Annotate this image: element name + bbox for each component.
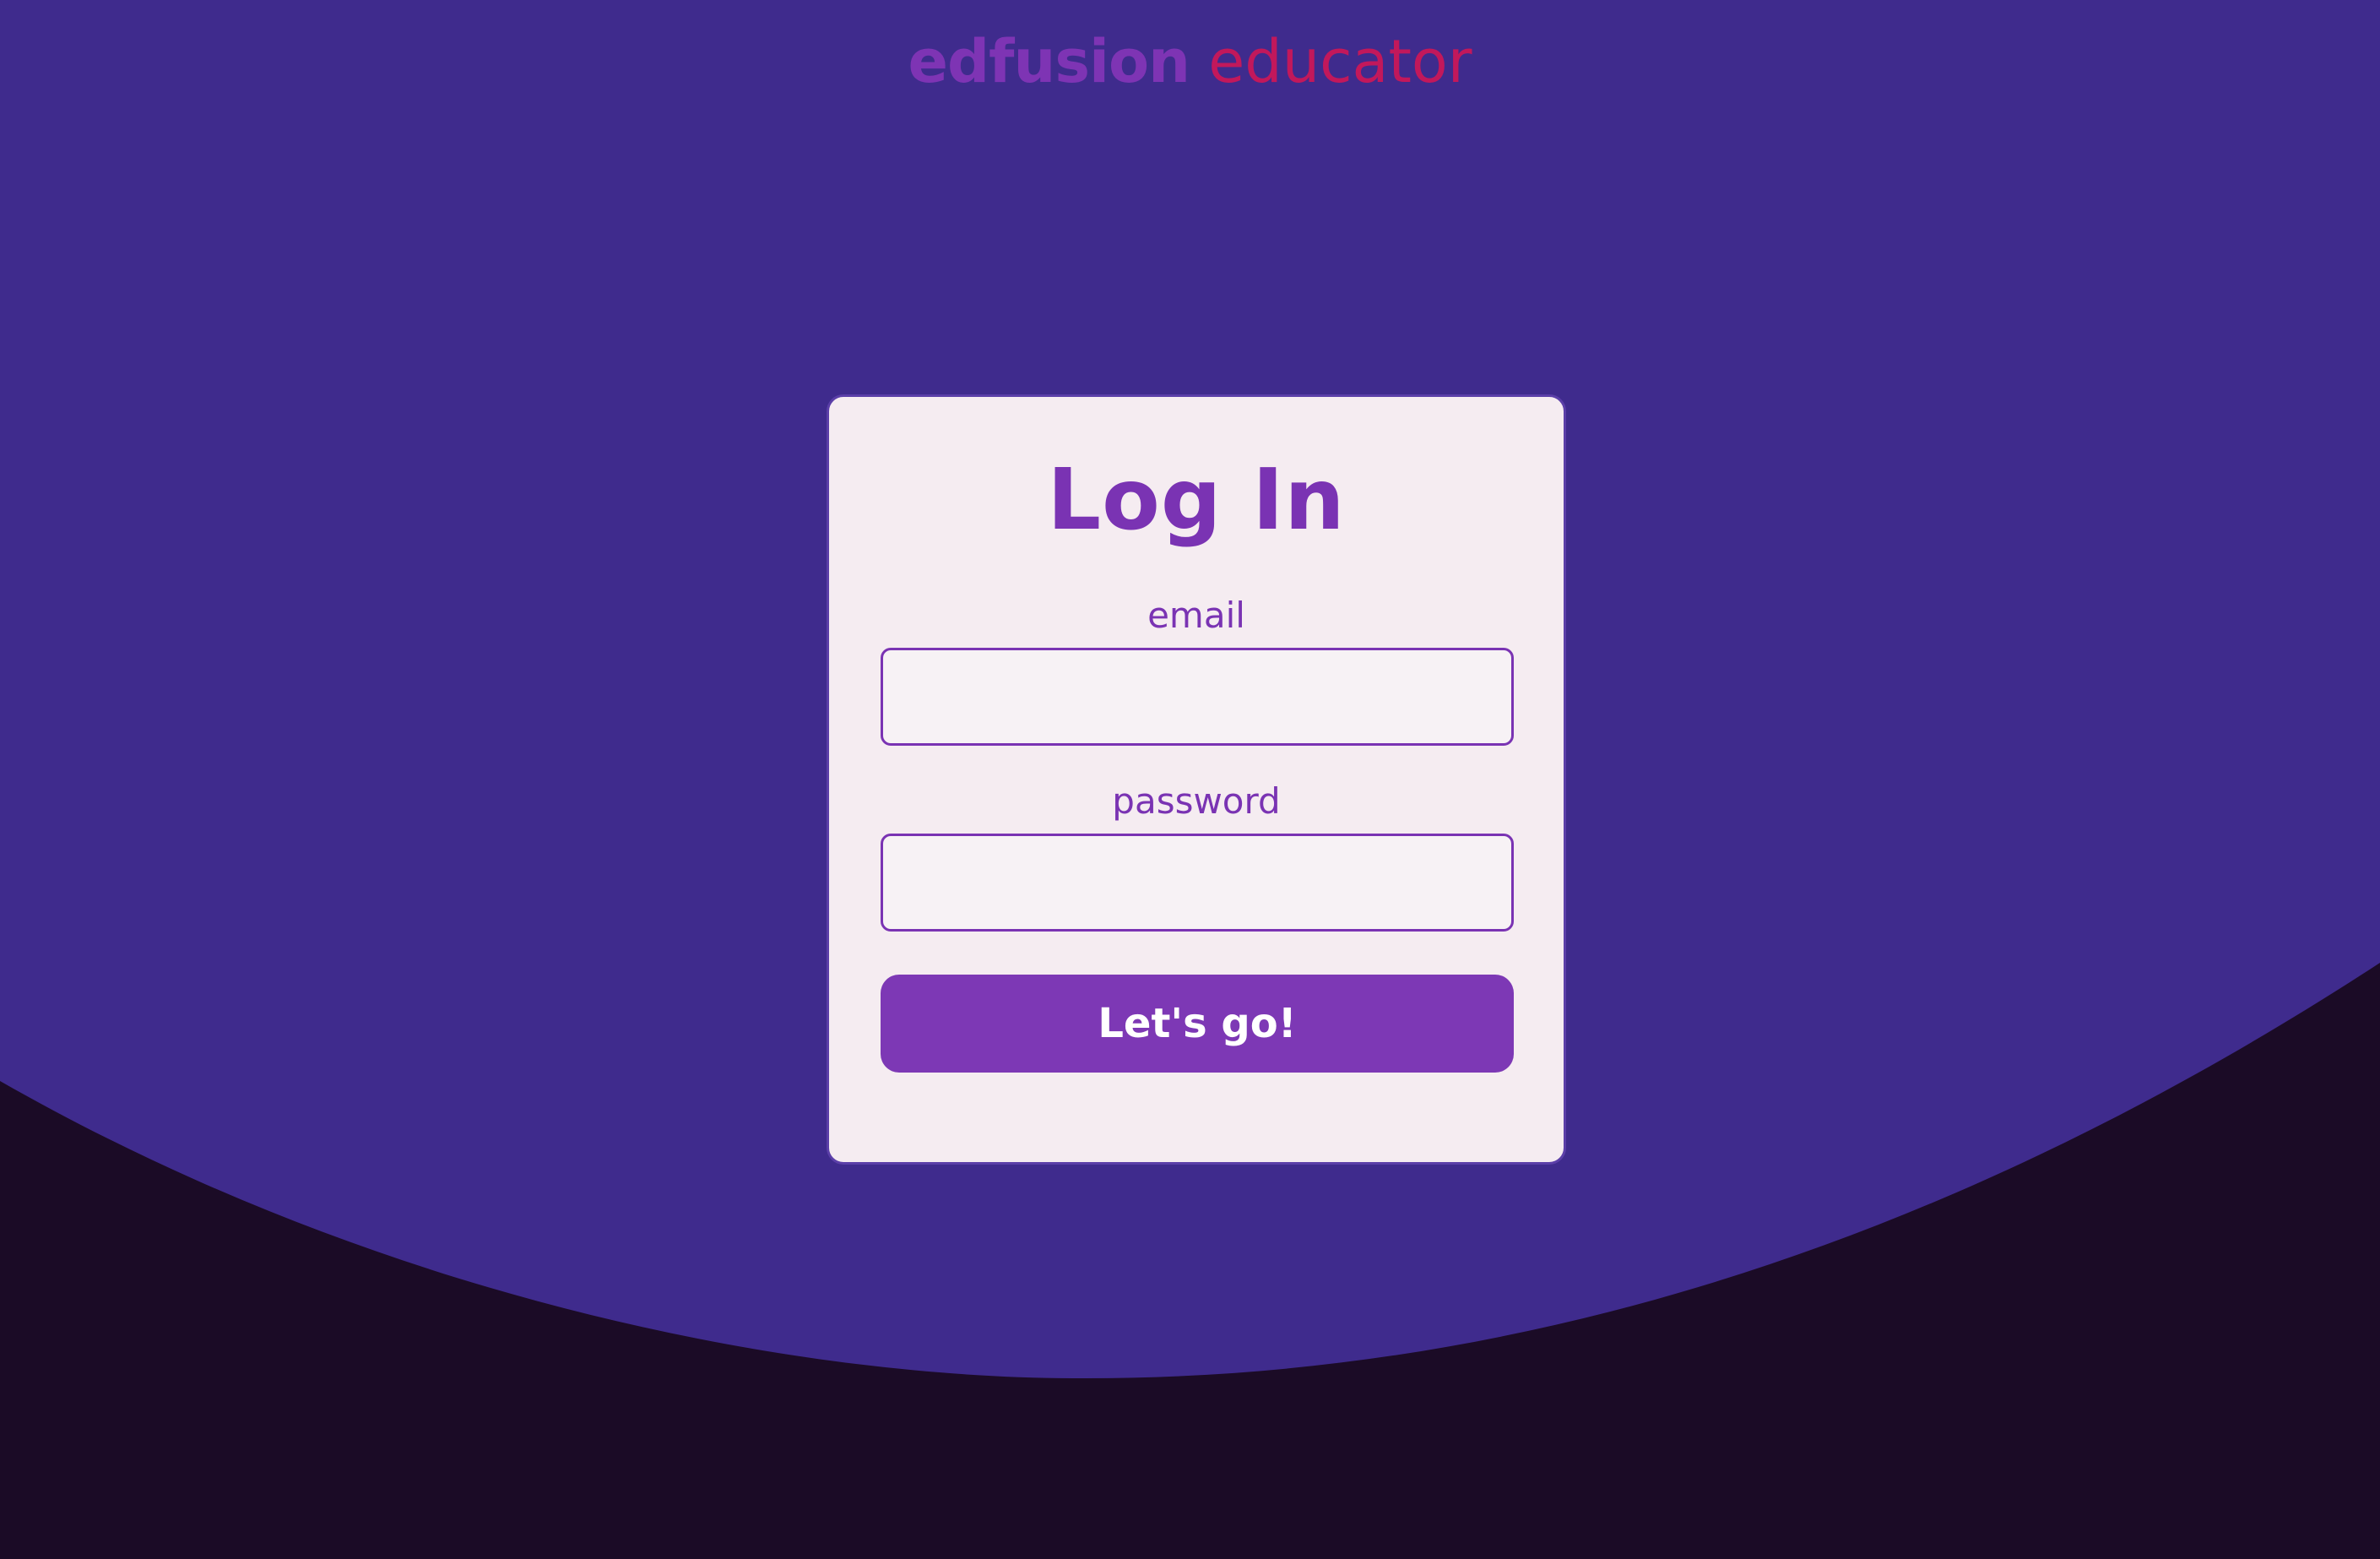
page-title: Log In (1047, 450, 1346, 549)
brand-name: edfusion (908, 27, 1190, 96)
password-label: password (1112, 780, 1281, 822)
brand-product: educator (1208, 27, 1472, 96)
login-page: edfusion educator Log In email password … (0, 0, 2380, 1559)
password-field[interactable] (881, 834, 1514, 932)
email-label: email (1147, 595, 1245, 636)
submit-button[interactable]: Let's go! (881, 975, 1514, 1073)
brand-logo: edfusion educator (0, 24, 2380, 100)
email-field[interactable] (881, 648, 1514, 746)
login-card: Log In email password Let's go! (827, 394, 1566, 1165)
